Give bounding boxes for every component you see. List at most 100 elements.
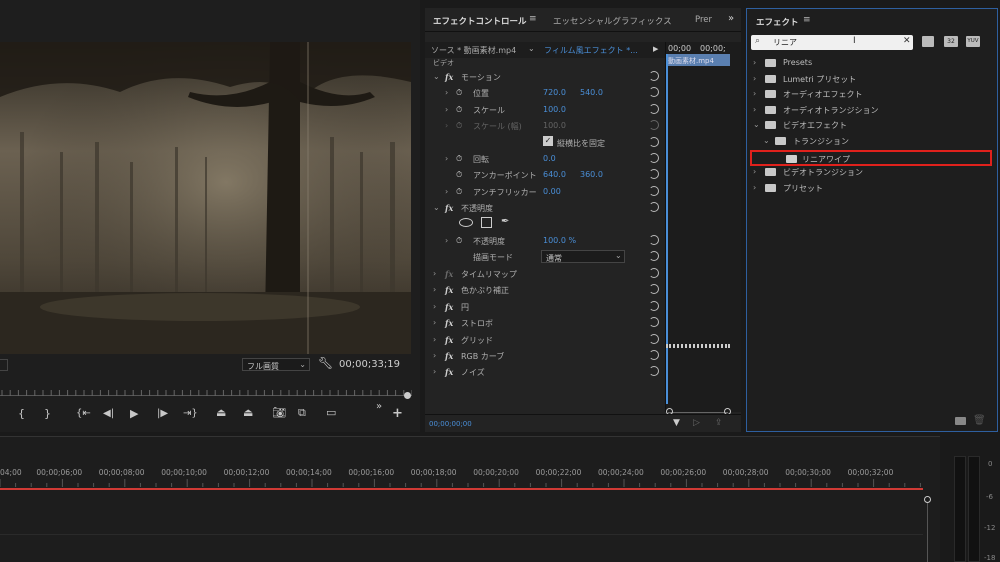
add-button-icon[interactable]: + (392, 407, 403, 420)
effects-tree-folder[interactable]: › オーディオエフェクト (753, 87, 989, 102)
effect-row[interactable]: › fx 円 (425, 299, 665, 315)
reset-icon[interactable] (649, 317, 659, 328)
chevron-right-icon[interactable]: › (433, 318, 436, 327)
vertical-scrollbar[interactable] (927, 503, 928, 562)
tab-essential-graphics[interactable]: エッセンシャルグラフィックス (553, 15, 672, 27)
tab-effect-controls[interactable]: エフェクトコントロール (433, 15, 527, 27)
effects-search-field[interactable]: ⌕ リニア I ✕ (751, 35, 913, 50)
effects-tree-folder[interactable]: ⌄ トランジション (753, 134, 989, 149)
chevron-right-icon[interactable]: › (445, 154, 448, 163)
pen-mask-icon[interactable]: ✒ (501, 216, 509, 227)
effects-tree-folder[interactable]: › オーディオトランジション (753, 103, 989, 118)
export-icon[interactable]: ⇪ (715, 418, 723, 428)
uniform-scale-row[interactable]: ✓ 縦横比を固定 (425, 135, 665, 151)
clip-label[interactable]: フィルム風エフェクト *... (544, 45, 638, 56)
chevron-right-icon[interactable]: › (445, 236, 448, 245)
effects-tree-folder[interactable]: › Lumetri プリセット (753, 72, 989, 87)
zoom-handle[interactable] (404, 392, 411, 399)
more-controls-icon[interactable]: » (376, 401, 382, 413)
reset-icon[interactable] (649, 104, 659, 114)
reset-icon[interactable] (649, 366, 659, 377)
position-y-value[interactable]: 540.0 (580, 88, 603, 97)
effect-row[interactable]: › fx RGB カーブ (425, 348, 665, 364)
uniform-scale-checkbox[interactable]: ✓ (543, 136, 553, 146)
scale-row[interactable]: › ⏱ スケール 100.0 (425, 102, 665, 118)
fx-icon[interactable]: fx (445, 269, 453, 279)
reset-icon[interactable] (649, 186, 659, 196)
new-folder-icon[interactable] (955, 417, 966, 425)
effect-item-linear-wipe[interactable]: リニアワイプ (750, 149, 992, 166)
blend-mode-select[interactable]: 通常 (541, 250, 625, 263)
clear-search-icon[interactable]: ✕ (903, 36, 911, 46)
chevron-right-icon[interactable]: › (753, 58, 756, 67)
extract-icon[interactable]: ⏏ (243, 407, 253, 419)
timeline-ruler[interactable]: 04;00 00;00;06;00 00;00;08;00 00;00;10;00 00… (0, 464, 925, 488)
reset-icon[interactable] (649, 235, 659, 245)
position-x-value[interactable]: 720.0 (543, 88, 566, 97)
chevron-right-icon[interactable]: › (445, 105, 448, 114)
trash-icon[interactable]: 🗑︎ (973, 415, 986, 426)
tab-preview[interactable]: Prer (695, 15, 712, 25)
opacity-value[interactable]: 100.0 % (543, 236, 576, 245)
scroll-handle[interactable] (924, 496, 931, 503)
effects-tree-folder[interactable]: ⌄ ビデオエフェクト (753, 118, 989, 133)
step-back-icon[interactable]: ◀| (103, 408, 114, 420)
stopwatch-icon[interactable]: ⏱ (456, 236, 462, 246)
playhead-timecode[interactable]: 00;00;33;19 (339, 359, 400, 370)
wrench-icon[interactable]: 🔧︎ (318, 356, 333, 370)
zoom-dropdown[interactable] (0, 359, 8, 371)
chevron-right-icon[interactable]: › (445, 88, 448, 97)
accelerated-effects-icon[interactable] (922, 36, 934, 47)
reset-icon[interactable] (649, 137, 659, 147)
antiflicker-value[interactable]: 0.00 (543, 187, 561, 196)
work-area-bar[interactable] (0, 488, 923, 490)
mini-clip-bar[interactable]: 動画素材.mp4 (666, 54, 730, 66)
effect-row[interactable]: › fx ストロボ (425, 315, 665, 331)
reset-icon[interactable] (649, 268, 659, 278)
effect-row[interactable]: › fx タイムリマップ (425, 266, 665, 282)
chevron-right-icon[interactable]: › (433, 351, 436, 360)
chevron-right-icon[interactable]: › (753, 167, 756, 176)
anchor-row[interactable]: ⏱ アンカーポイント 640.0 360.0 (425, 167, 665, 183)
chevron-down-icon[interactable]: ⌄ (528, 44, 535, 53)
stopwatch-icon[interactable]: ⏱ (456, 170, 462, 180)
fx-icon[interactable]: fx (445, 302, 453, 312)
fx-icon[interactable]: fx (445, 318, 453, 328)
fx-icon[interactable]: fx (445, 351, 453, 361)
ec-mini-timeline[interactable]: 00;00 00;00; 動画素材.mp4 (665, 42, 741, 415)
stopwatch-icon[interactable]: ⏱ (456, 154, 462, 164)
compare-icon[interactable]: ⧉ (298, 407, 306, 419)
reset-icon[interactable] (649, 350, 659, 360)
position-row[interactable]: › ⏱ 位置 720.0 540.0 (425, 85, 665, 101)
filter-icon[interactable]: ▼ (673, 418, 680, 428)
chevron-down-icon[interactable]: ⌄ (763, 136, 770, 145)
stopwatch-icon[interactable]: ⏱ (456, 105, 462, 115)
chevron-right-icon[interactable]: › (433, 269, 436, 278)
effects-tree-folder[interactable]: › ビデオトランジション (753, 165, 989, 180)
chevron-right-icon[interactable]: › (753, 105, 756, 114)
chevron-right-icon[interactable]: › (433, 335, 436, 344)
anchor-y-value[interactable]: 360.0 (580, 170, 603, 179)
more-tabs-icon[interactable]: » (728, 13, 734, 24)
monitor-time-ruler[interactable] (0, 386, 413, 396)
stopwatch-icon[interactable]: ⏱ (456, 88, 462, 98)
step-forward-icon[interactable]: |▶ (157, 408, 168, 420)
go-to-in-icon[interactable]: {⇤ (76, 408, 91, 420)
rotation-row[interactable]: › ⏱ 回転 0.0 (425, 151, 665, 167)
opacity-value-row[interactable]: › ⏱ 不透明度 100.0 % (425, 233, 665, 249)
antiflicker-row[interactable]: › ⏱ アンチフリッカー 0.00 (425, 184, 665, 200)
yuv-effects-icon[interactable]: YUV (966, 36, 980, 47)
search-input[interactable]: リニア (773, 37, 797, 48)
mini-zoom-bar[interactable] (668, 412, 728, 413)
rectangle-mask-icon[interactable] (481, 217, 492, 228)
panel-menu-icon[interactable]: ≡ (803, 15, 811, 25)
mark-out-icon[interactable]: } (44, 408, 51, 420)
effects-tree-folder[interactable]: › プリセット (753, 181, 989, 196)
fx-icon[interactable]: fx (445, 285, 453, 295)
chevron-right-icon[interactable]: › (753, 183, 756, 192)
anchor-x-value[interactable]: 640.0 (543, 170, 566, 179)
mini-playhead[interactable] (666, 54, 668, 404)
effect-row[interactable]: › fx 色かぶり補正 (425, 282, 665, 298)
export-frame-icon[interactable]: 📷︎ (272, 407, 286, 419)
reset-icon[interactable] (649, 284, 659, 295)
